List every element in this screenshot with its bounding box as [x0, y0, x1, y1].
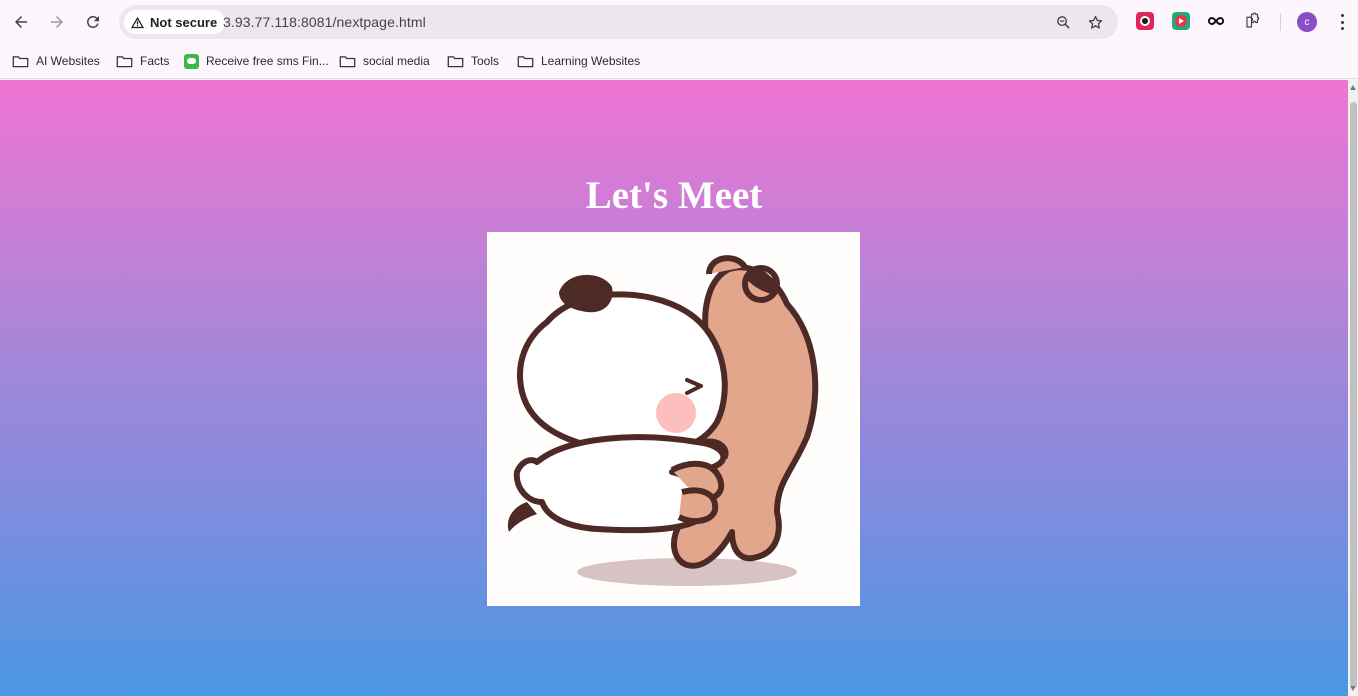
- scroll-up-arrow[interactable]: [1350, 85, 1356, 90]
- bookmark-tools[interactable]: Tools: [447, 52, 499, 70]
- profile-avatar[interactable]: c: [1297, 12, 1317, 32]
- arrow-left-icon: [15, 16, 27, 28]
- bookmark-star-button[interactable]: [1085, 12, 1105, 32]
- browser-toolbar: Not secure 3.93.77.118:8081/nextpage.htm…: [0, 0, 1358, 44]
- bookmark-social-media[interactable]: social media: [339, 52, 430, 70]
- bookmark-label: social media: [363, 54, 430, 68]
- puzzle-icon[interactable]: [1244, 12, 1262, 30]
- toolbar-divider: [1280, 13, 1281, 31]
- video-extension-icon[interactable]: [1172, 12, 1190, 30]
- bookmark-label: Receive free sms Fin...: [206, 54, 329, 68]
- bookmark-label: AI Websites: [36, 54, 100, 68]
- sms-favicon: [184, 53, 199, 69]
- zoom-icon: [1056, 15, 1070, 29]
- arrow-right-icon: [51, 16, 63, 28]
- bookmark-facts[interactable]: Facts: [116, 52, 169, 70]
- music-extension-icon[interactable]: [1136, 12, 1154, 30]
- scroll-down-arrow[interactable]: [1350, 686, 1356, 691]
- bookmark-label: Learning Websites: [541, 54, 641, 68]
- bookmark-label: Facts: [140, 54, 170, 68]
- address-bar[interactable]: Not secure 3.93.77.118:8081/nextpage.htm…: [119, 5, 1118, 39]
- page-content: Let's Meet: [0, 80, 1348, 696]
- security-indicator[interactable]: Not secure: [124, 10, 226, 34]
- folder-icon: [517, 55, 534, 67]
- browser-menu-button[interactable]: [1334, 12, 1350, 32]
- page-heading: Let's Meet: [585, 174, 763, 217]
- bookmark-receive-sms[interactable]: Receive free sms Fin...: [184, 52, 329, 70]
- scroll-thumb[interactable]: [1350, 102, 1357, 688]
- url-text[interactable]: 3.93.77.118:8081/nextpage.html: [223, 14, 426, 30]
- panda-bear-hug-illustration: [487, 232, 860, 606]
- page-scrollbar[interactable]: [1348, 80, 1358, 696]
- reload-button[interactable]: [79, 8, 107, 36]
- zoom-button[interactable]: [1053, 12, 1073, 32]
- reload-icon: [86, 15, 99, 28]
- folder-icon: [12, 55, 29, 67]
- star-icon: [1088, 15, 1102, 29]
- warning-icon: [130, 16, 145, 28]
- forward-button[interactable]: [43, 8, 71, 36]
- folder-icon: [116, 55, 133, 67]
- security-label: Not secure: [150, 14, 218, 30]
- bookmark-ai-websites[interactable]: AI Websites: [12, 52, 100, 70]
- folder-icon: [447, 55, 464, 67]
- back-button[interactable]: [7, 8, 35, 36]
- infinity-extension-icon[interactable]: [1207, 12, 1225, 30]
- bookmarks-bar: AI Websites Facts Receive free sms Fin..…: [0, 44, 1358, 79]
- hug-gif-image: [487, 232, 860, 606]
- folder-icon: [339, 55, 356, 67]
- bookmark-label: Tools: [471, 54, 500, 68]
- bookmark-learning-websites[interactable]: Learning Websites: [517, 52, 640, 70]
